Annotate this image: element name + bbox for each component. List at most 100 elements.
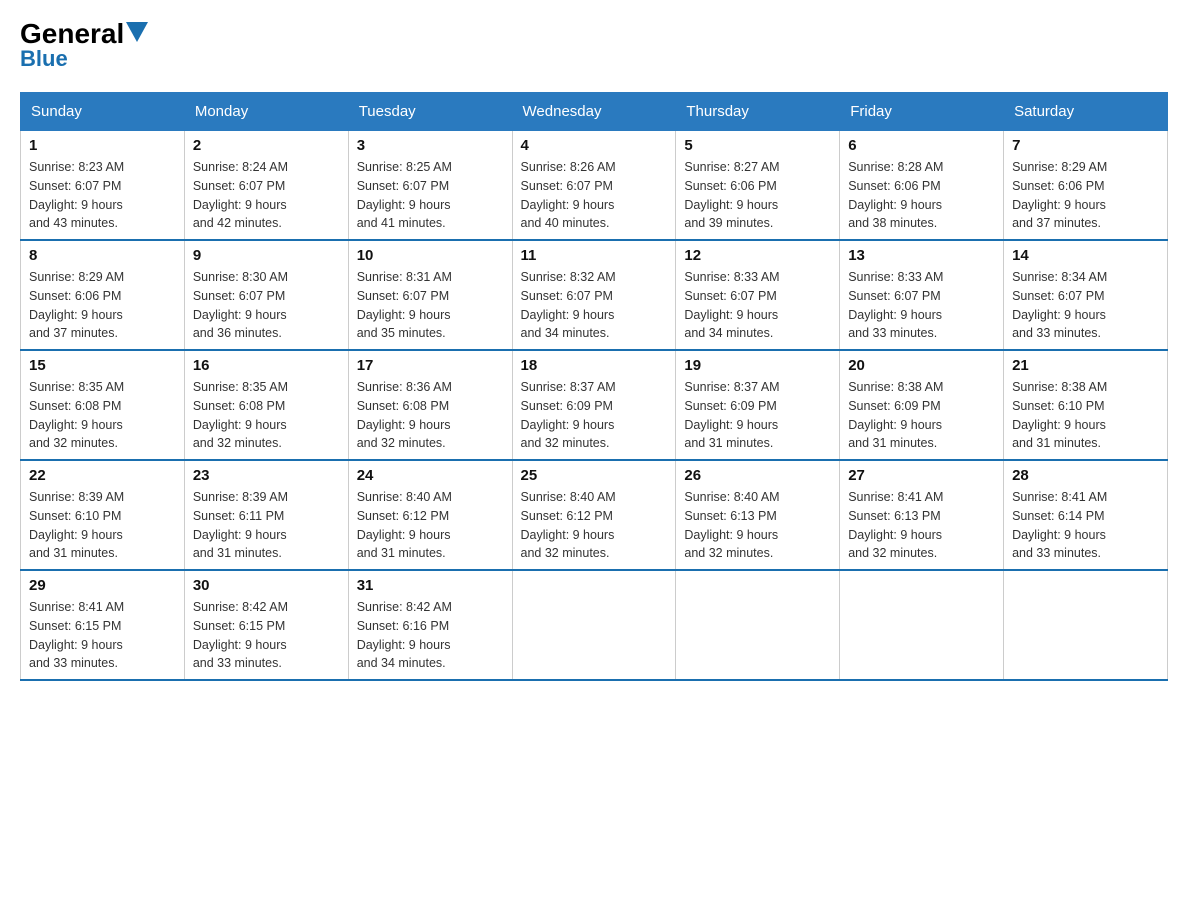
- calendar-cell: 27 Sunrise: 8:41 AM Sunset: 6:13 PM Dayl…: [840, 460, 1004, 570]
- header-sunday: Sunday: [21, 93, 185, 131]
- calendar-cell: 7 Sunrise: 8:29 AM Sunset: 6:06 PM Dayli…: [1004, 131, 1168, 241]
- calendar-cell: 26 Sunrise: 8:40 AM Sunset: 6:13 PM Dayl…: [676, 460, 840, 570]
- calendar-cell: 20 Sunrise: 8:38 AM Sunset: 6:09 PM Dayl…: [840, 350, 1004, 460]
- header-friday: Friday: [840, 93, 1004, 131]
- day-info: Sunrise: 8:40 AM Sunset: 6:12 PM Dayligh…: [357, 488, 504, 563]
- day-number: 30: [193, 577, 340, 594]
- calendar-cell: 15 Sunrise: 8:35 AM Sunset: 6:08 PM Dayl…: [21, 350, 185, 460]
- calendar-cell: 28 Sunrise: 8:41 AM Sunset: 6:14 PM Dayl…: [1004, 460, 1168, 570]
- day-info: Sunrise: 8:42 AM Sunset: 6:15 PM Dayligh…: [193, 598, 340, 673]
- calendar-week-row: 29 Sunrise: 8:41 AM Sunset: 6:15 PM Dayl…: [21, 570, 1168, 680]
- day-number: 5: [684, 137, 831, 154]
- day-info: Sunrise: 8:40 AM Sunset: 6:13 PM Dayligh…: [684, 488, 831, 563]
- logo-triangle-icon: [126, 22, 148, 42]
- day-info: Sunrise: 8:32 AM Sunset: 6:07 PM Dayligh…: [521, 268, 668, 343]
- day-info: Sunrise: 8:39 AM Sunset: 6:11 PM Dayligh…: [193, 488, 340, 563]
- day-info: Sunrise: 8:33 AM Sunset: 6:07 PM Dayligh…: [684, 268, 831, 343]
- calendar-cell: 6 Sunrise: 8:28 AM Sunset: 6:06 PM Dayli…: [840, 131, 1004, 241]
- day-info: Sunrise: 8:41 AM Sunset: 6:13 PM Dayligh…: [848, 488, 995, 563]
- day-number: 16: [193, 357, 340, 374]
- day-number: 14: [1012, 247, 1159, 264]
- calendar-cell: 13 Sunrise: 8:33 AM Sunset: 6:07 PM Dayl…: [840, 240, 1004, 350]
- calendar-cell: 9 Sunrise: 8:30 AM Sunset: 6:07 PM Dayli…: [184, 240, 348, 350]
- logo-general: General: [20, 20, 124, 48]
- day-number: 19: [684, 357, 831, 374]
- day-number: 17: [357, 357, 504, 374]
- calendar-cell: [512, 570, 676, 680]
- calendar-cell: 11 Sunrise: 8:32 AM Sunset: 6:07 PM Dayl…: [512, 240, 676, 350]
- day-info: Sunrise: 8:24 AM Sunset: 6:07 PM Dayligh…: [193, 158, 340, 233]
- day-info: Sunrise: 8:33 AM Sunset: 6:07 PM Dayligh…: [848, 268, 995, 343]
- day-info: Sunrise: 8:36 AM Sunset: 6:08 PM Dayligh…: [357, 378, 504, 453]
- calendar-cell: 30 Sunrise: 8:42 AM Sunset: 6:15 PM Dayl…: [184, 570, 348, 680]
- calendar-cell: 2 Sunrise: 8:24 AM Sunset: 6:07 PM Dayli…: [184, 131, 348, 241]
- day-number: 12: [684, 247, 831, 264]
- day-number: 21: [1012, 357, 1159, 374]
- day-number: 7: [1012, 137, 1159, 154]
- calendar-cell: 19 Sunrise: 8:37 AM Sunset: 6:09 PM Dayl…: [676, 350, 840, 460]
- calendar-cell: 21 Sunrise: 8:38 AM Sunset: 6:10 PM Dayl…: [1004, 350, 1168, 460]
- calendar-cell: 22 Sunrise: 8:39 AM Sunset: 6:10 PM Dayl…: [21, 460, 185, 570]
- calendar-cell: 10 Sunrise: 8:31 AM Sunset: 6:07 PM Dayl…: [348, 240, 512, 350]
- calendar-cell: 17 Sunrise: 8:36 AM Sunset: 6:08 PM Dayl…: [348, 350, 512, 460]
- day-info: Sunrise: 8:23 AM Sunset: 6:07 PM Dayligh…: [29, 158, 176, 233]
- day-info: Sunrise: 8:39 AM Sunset: 6:10 PM Dayligh…: [29, 488, 176, 563]
- day-number: 31: [357, 577, 504, 594]
- day-info: Sunrise: 8:40 AM Sunset: 6:12 PM Dayligh…: [521, 488, 668, 563]
- calendar-cell: 5 Sunrise: 8:27 AM Sunset: 6:06 PM Dayli…: [676, 131, 840, 241]
- day-info: Sunrise: 8:37 AM Sunset: 6:09 PM Dayligh…: [521, 378, 668, 453]
- day-info: Sunrise: 8:38 AM Sunset: 6:09 PM Dayligh…: [848, 378, 995, 453]
- day-info: Sunrise: 8:28 AM Sunset: 6:06 PM Dayligh…: [848, 158, 995, 233]
- day-number: 26: [684, 467, 831, 484]
- day-number: 20: [848, 357, 995, 374]
- calendar-cell: 29 Sunrise: 8:41 AM Sunset: 6:15 PM Dayl…: [21, 570, 185, 680]
- calendar-week-row: 22 Sunrise: 8:39 AM Sunset: 6:10 PM Dayl…: [21, 460, 1168, 570]
- day-info: Sunrise: 8:31 AM Sunset: 6:07 PM Dayligh…: [357, 268, 504, 343]
- header-monday: Monday: [184, 93, 348, 131]
- header-saturday: Saturday: [1004, 93, 1168, 131]
- day-number: 3: [357, 137, 504, 154]
- day-number: 23: [193, 467, 340, 484]
- calendar-cell: 24 Sunrise: 8:40 AM Sunset: 6:12 PM Dayl…: [348, 460, 512, 570]
- day-number: 13: [848, 247, 995, 264]
- day-number: 4: [521, 137, 668, 154]
- day-info: Sunrise: 8:25 AM Sunset: 6:07 PM Dayligh…: [357, 158, 504, 233]
- day-info: Sunrise: 8:42 AM Sunset: 6:16 PM Dayligh…: [357, 598, 504, 673]
- calendar-header-row: SundayMondayTuesdayWednesdayThursdayFrid…: [21, 93, 1168, 131]
- day-info: Sunrise: 8:29 AM Sunset: 6:06 PM Dayligh…: [1012, 158, 1159, 233]
- day-info: Sunrise: 8:35 AM Sunset: 6:08 PM Dayligh…: [29, 378, 176, 453]
- calendar-table: SundayMondayTuesdayWednesdayThursdayFrid…: [20, 92, 1168, 681]
- day-info: Sunrise: 8:38 AM Sunset: 6:10 PM Dayligh…: [1012, 378, 1159, 453]
- day-number: 9: [193, 247, 340, 264]
- day-info: Sunrise: 8:37 AM Sunset: 6:09 PM Dayligh…: [684, 378, 831, 453]
- calendar-cell: 31 Sunrise: 8:42 AM Sunset: 6:16 PM Dayl…: [348, 570, 512, 680]
- day-info: Sunrise: 8:26 AM Sunset: 6:07 PM Dayligh…: [521, 158, 668, 233]
- header-wednesday: Wednesday: [512, 93, 676, 131]
- calendar-cell: [840, 570, 1004, 680]
- day-number: 22: [29, 467, 176, 484]
- day-number: 29: [29, 577, 176, 594]
- day-info: Sunrise: 8:29 AM Sunset: 6:06 PM Dayligh…: [29, 268, 176, 343]
- day-info: Sunrise: 8:34 AM Sunset: 6:07 PM Dayligh…: [1012, 268, 1159, 343]
- calendar-cell: 16 Sunrise: 8:35 AM Sunset: 6:08 PM Dayl…: [184, 350, 348, 460]
- calendar-cell: 14 Sunrise: 8:34 AM Sunset: 6:07 PM Dayl…: [1004, 240, 1168, 350]
- day-number: 28: [1012, 467, 1159, 484]
- day-number: 24: [357, 467, 504, 484]
- day-info: Sunrise: 8:27 AM Sunset: 6:06 PM Dayligh…: [684, 158, 831, 233]
- calendar-week-row: 15 Sunrise: 8:35 AM Sunset: 6:08 PM Dayl…: [21, 350, 1168, 460]
- day-number: 10: [357, 247, 504, 264]
- day-number: 2: [193, 137, 340, 154]
- header-thursday: Thursday: [676, 93, 840, 131]
- calendar-week-row: 1 Sunrise: 8:23 AM Sunset: 6:07 PM Dayli…: [21, 131, 1168, 241]
- day-number: 25: [521, 467, 668, 484]
- day-number: 18: [521, 357, 668, 374]
- calendar-cell: 23 Sunrise: 8:39 AM Sunset: 6:11 PM Dayl…: [184, 460, 348, 570]
- header-tuesday: Tuesday: [348, 93, 512, 131]
- calendar-cell: 25 Sunrise: 8:40 AM Sunset: 6:12 PM Dayl…: [512, 460, 676, 570]
- day-info: Sunrise: 8:30 AM Sunset: 6:07 PM Dayligh…: [193, 268, 340, 343]
- logo: General Blue: [20, 20, 148, 72]
- day-number: 15: [29, 357, 176, 374]
- day-info: Sunrise: 8:41 AM Sunset: 6:15 PM Dayligh…: [29, 598, 176, 673]
- calendar-cell: [1004, 570, 1168, 680]
- logo-blue: Blue: [20, 46, 68, 72]
